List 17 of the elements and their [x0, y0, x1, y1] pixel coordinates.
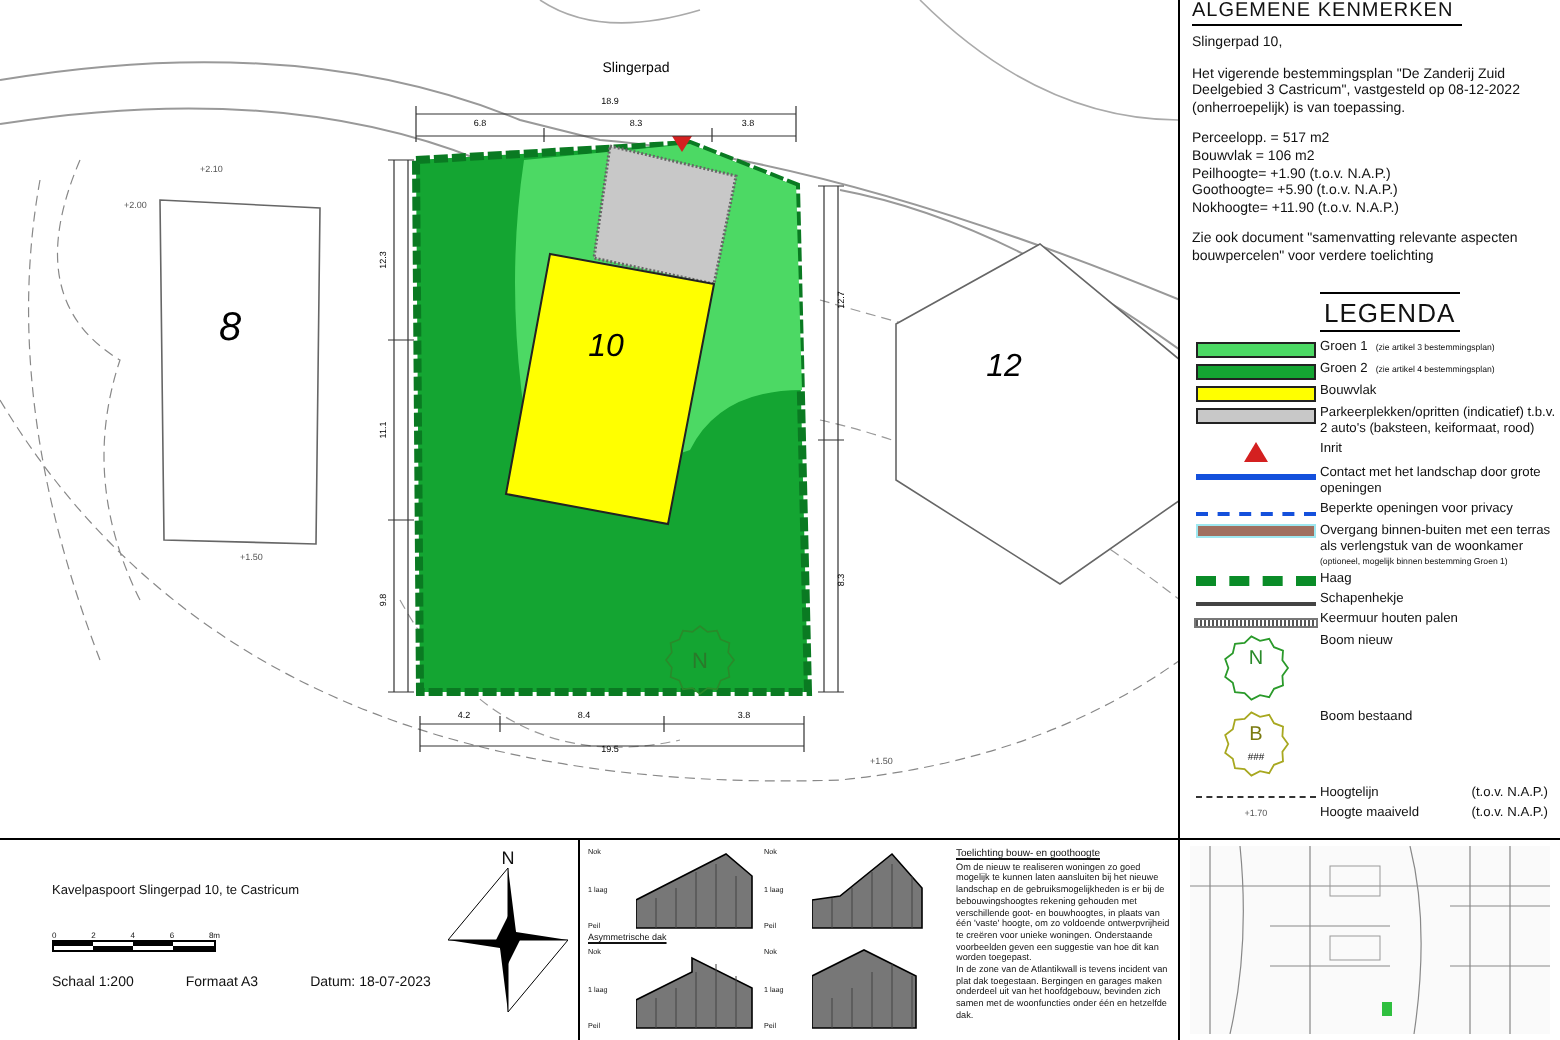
- tree-letter: N: [1246, 649, 1266, 670]
- tree-icon: [665, 625, 735, 695]
- tree-icon: [1222, 633, 1290, 702]
- lot-number: 8: [218, 306, 242, 350]
- roof-section-drawing: [636, 848, 756, 930]
- tree-letter: B: [1247, 725, 1265, 746]
- tree-icon: [1222, 709, 1290, 778]
- legend-title: LEGENDA: [1320, 291, 1460, 332]
- lot-number: 12: [986, 350, 1022, 384]
- legend-fence: [1196, 601, 1316, 606]
- legend-wall: [1194, 617, 1318, 628]
- entrance-marker: [672, 136, 692, 152]
- compass-rose-icon: [448, 868, 568, 1012]
- legend-dashed-line: [1196, 796, 1316, 799]
- lot-number: 10: [588, 330, 624, 364]
- section-title: ALGEMENE KENMERKEN: [1192, 0, 1462, 26]
- north-label: N: [501, 848, 515, 868]
